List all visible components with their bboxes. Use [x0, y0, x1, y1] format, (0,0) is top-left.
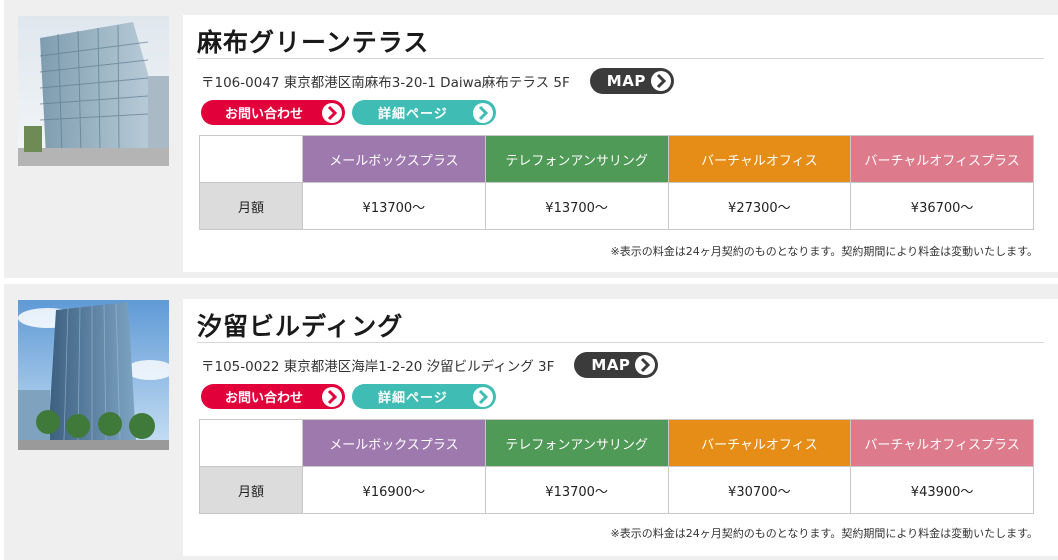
price-table-header: メールボックスプラス テレフォンアンサリング バーチャルオフィス バーチャルオフ… — [199, 419, 1034, 467]
map-button[interactable]: MAP — [574, 352, 659, 378]
building-photo[interactable] — [18, 300, 169, 450]
plan-telephone-answering: テレフォンアンサリング — [484, 135, 669, 183]
header-blank-cell — [199, 419, 303, 467]
address-row: 〒106-0047 東京都港区南麻布3-20-1 Daiwa麻布テラス 5F M… — [201, 67, 674, 95]
header-blank-cell — [199, 135, 303, 183]
address-row: 〒105-0022 東京都港区海岸1-2-20 汐留ビルディング 3F MAP — [201, 351, 659, 379]
map-button[interactable]: MAP — [589, 68, 674, 94]
building-name[interactable]: 麻布グリーンテラス — [197, 23, 429, 59]
plan-virtual-office-plus: バーチャルオフィスプラス — [850, 135, 1034, 183]
plan-virtual-office: バーチャルオフィス — [667, 419, 852, 467]
chevron-right-icon — [322, 386, 342, 407]
building-name[interactable]: 汐留ビルディング — [197, 307, 403, 343]
contact-button-label: お問い合わせ — [225, 391, 304, 406]
table-row: 月額 ¥13700～ ¥13700～ ¥27300～ ¥36700～ — [199, 182, 1034, 230]
detail-page-button[interactable]: 詳細ページ — [352, 384, 496, 409]
table-row: 月額 ¥16900～ ¥13700～ ¥30700～ ¥43900～ — [199, 466, 1034, 514]
price-virtual-office: ¥30700～ — [667, 466, 852, 514]
office-listing-card: 汐留ビルディング 〒105-0022 東京都港区海岸1-2-20 汐留ビルディン… — [4, 284, 1058, 560]
price-mailbox-plus: ¥16900～ — [302, 466, 486, 514]
contact-button[interactable]: お問い合わせ — [201, 384, 345, 409]
price-virtual-office-plus: ¥36700～ — [850, 182, 1034, 230]
chevron-right-icon — [473, 386, 493, 407]
listing-detail-panel: 麻布グリーンテラス 〒106-0047 東京都港区南麻布3-20-1 Daiwa… — [183, 15, 1058, 272]
address-text: 〒106-0047 東京都港区南麻布3-20-1 Daiwa麻布テラス 5F — [201, 75, 570, 91]
price-virtual-office: ¥27300～ — [667, 182, 852, 230]
plan-virtual-office: バーチャルオフィス — [667, 135, 852, 183]
contact-button[interactable]: お問い合わせ — [201, 100, 345, 125]
listing-detail-panel: 汐留ビルディング 〒105-0022 東京都港区海岸1-2-20 汐留ビルディン… — [183, 299, 1058, 556]
title-divider — [197, 342, 1044, 343]
plan-virtual-office-plus: バーチャルオフィスプラス — [850, 419, 1034, 467]
price-telephone-answering: ¥13700～ — [484, 182, 669, 230]
office-listing-card: 麻布グリーンテラス 〒106-0047 東京都港区南麻布3-20-1 Daiwa… — [4, 0, 1058, 278]
price-table: メールボックスプラス テレフォンアンサリング バーチャルオフィス バーチャルオフ… — [199, 135, 1034, 230]
chevron-right-icon — [322, 102, 342, 123]
plan-mailbox-plus: メールボックスプラス — [302, 135, 486, 183]
monthly-label: 月額 — [199, 466, 303, 514]
address-text: 〒105-0022 東京都港区海岸1-2-20 汐留ビルディング 3F — [201, 359, 555, 375]
detail-button-label: 詳細ページ — [378, 107, 448, 122]
plan-telephone-answering: テレフォンアンサリング — [484, 419, 669, 467]
plan-mailbox-plus: メールボックスプラス — [302, 419, 486, 467]
chevron-right-icon — [650, 71, 671, 91]
map-button-label: MAP — [591, 356, 631, 374]
price-table-header: メールボックスプラス テレフォンアンサリング バーチャルオフィス バーチャルオフ… — [199, 135, 1034, 183]
monthly-label: 月額 — [199, 182, 303, 230]
pricing-note: ※表示の料金は24ヶ月契約のものとなります。契約期間により料金は変動いたします。 — [610, 245, 1038, 258]
detail-button-label: 詳細ページ — [378, 391, 448, 406]
map-button-label: MAP — [606, 72, 646, 90]
chevron-right-icon — [473, 102, 493, 123]
contact-button-label: お問い合わせ — [225, 107, 304, 122]
title-divider — [197, 58, 1044, 59]
price-telephone-answering: ¥13700～ — [484, 466, 669, 514]
action-buttons: お問い合わせ 詳細ページ — [201, 384, 496, 409]
chevron-right-icon — [635, 355, 656, 375]
detail-page-button[interactable]: 詳細ページ — [352, 100, 496, 125]
building-photo[interactable] — [18, 16, 169, 166]
price-virtual-office-plus: ¥43900～ — [850, 466, 1034, 514]
action-buttons: お問い合わせ 詳細ページ — [201, 100, 496, 125]
pricing-note: ※表示の料金は24ヶ月契約のものとなります。契約期間により料金は変動いたします。 — [610, 527, 1038, 540]
price-mailbox-plus: ¥13700～ — [302, 182, 486, 230]
price-table: メールボックスプラス テレフォンアンサリング バーチャルオフィス バーチャルオフ… — [199, 419, 1034, 514]
